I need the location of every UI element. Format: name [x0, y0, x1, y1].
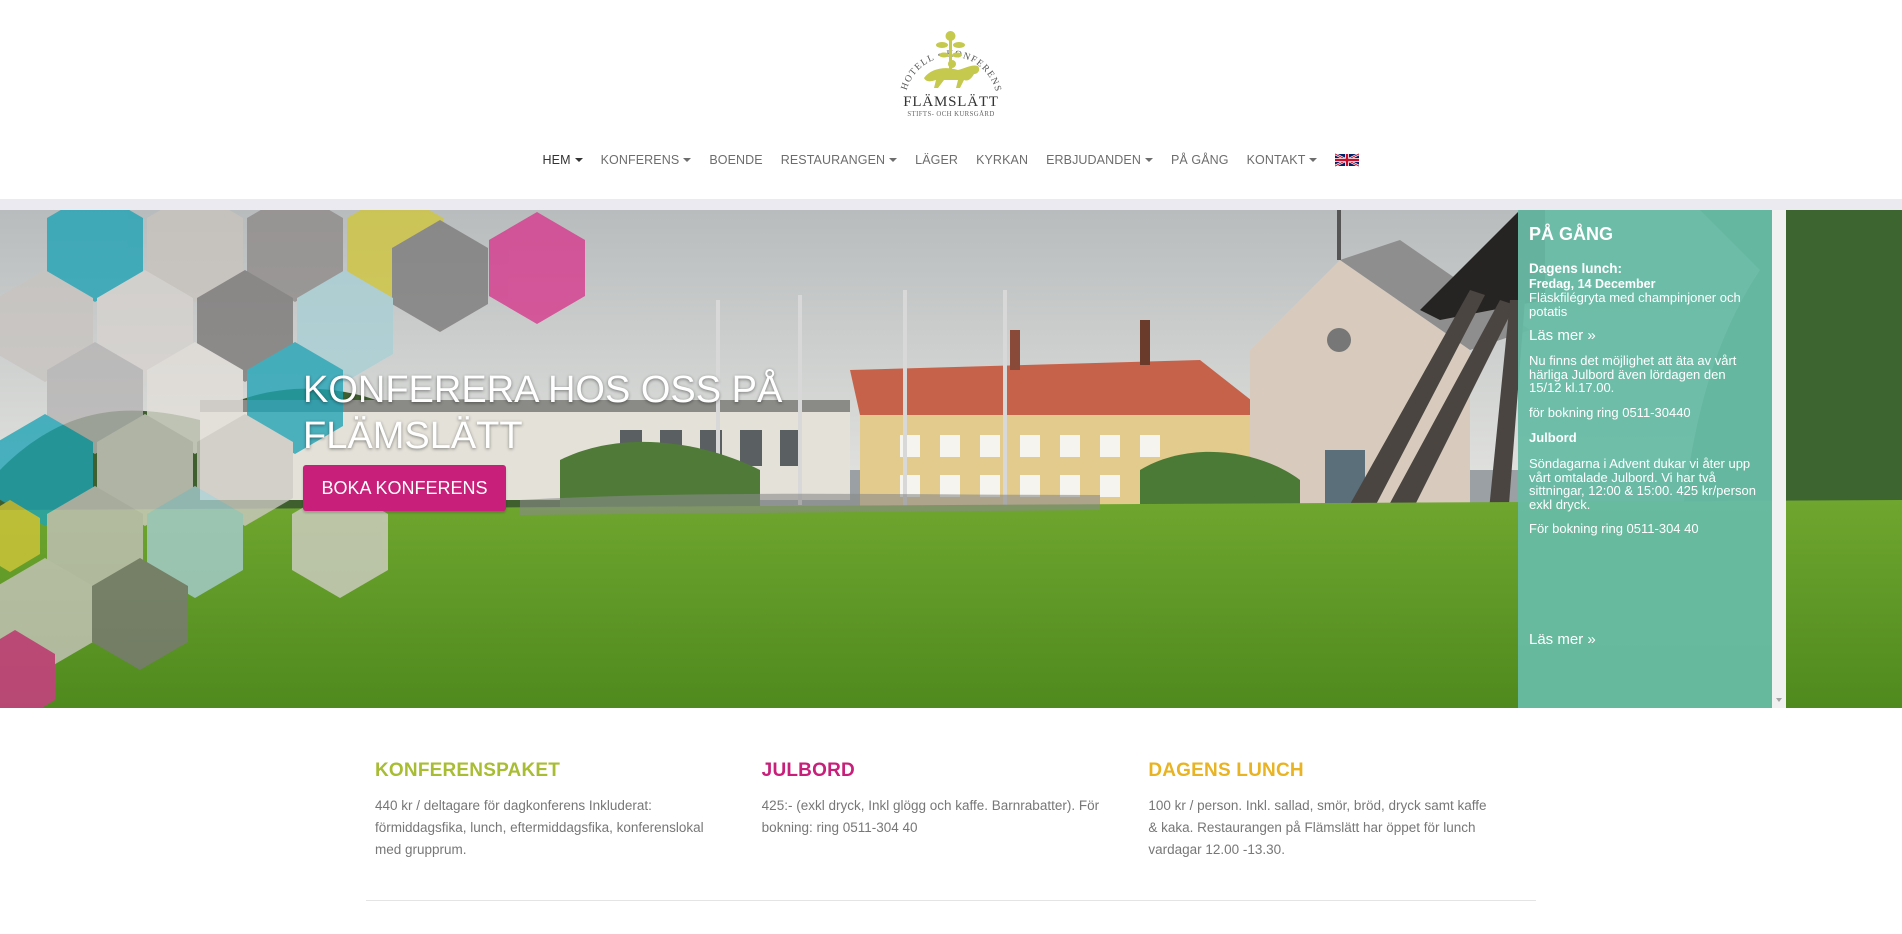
offer-card-text: 100 kr / person. Inkl. sallad, smör, brö…: [1148, 798, 1487, 857]
site-logo[interactable]: HOTELL • KONFERENS • RESTAURANG FLÄMSLÄT…: [882, 1, 1016, 132]
language-switch-english[interactable]: [1326, 153, 1368, 167]
offer-card-julbord: JULBORD 425:- (exkl dryck, Inkl glögg och…: [762, 760, 1149, 870]
logo-emblem-icon: HOTELL • KONFERENS • RESTAURANG FLÄMSLÄT…: [882, 1, 1003, 118]
book-conference-button[interactable]: BOKA KONFERENS: [303, 465, 506, 511]
read-more-link-bottom[interactable]: Läs mer »: [1529, 631, 1596, 648]
caret-down-icon: [889, 158, 898, 162]
logo-subtitle: STIFTS- OCH KURSGÅRD: [907, 110, 994, 118]
events-panel-scrollbar[interactable]: [1772, 210, 1786, 708]
lunch-dish: Fläskfilégryta med champinjoner och pota…: [1529, 290, 1741, 319]
caret-down-icon: [683, 158, 692, 162]
offer-card-konferenspaket: KONFERENSPAKET 440 kr / deltagare för dag…: [375, 760, 762, 870]
logo-name: FLÄMSLÄTT: [903, 93, 999, 110]
hero-title: KONFERERA HOS OSS PÅ FLÄMSLÄTT: [303, 369, 783, 457]
nav-item-boende[interactable]: BOENDE: [700, 153, 771, 167]
site-header: HOTELL • KONFERENS • RESTAURANG FLÄMSLÄT…: [0, 0, 1902, 199]
julbord-heading: Julbord: [1529, 430, 1577, 445]
content-divider: [366, 900, 1536, 901]
nav-item-läger[interactable]: LÄGER: [906, 153, 967, 167]
nav-item-label: BOENDE: [709, 153, 763, 167]
nav-item-kontakt[interactable]: KONTAKT: [1238, 153, 1327, 167]
read-more-link[interactable]: Läs mer »: [1529, 327, 1760, 344]
offer-card-text: 440 kr / deltagare för dagkonferens Inkl…: [375, 798, 704, 857]
caret-down-icon: [1309, 158, 1318, 162]
nav-item-label: RESTAURANGEN: [780, 153, 886, 167]
offer-cards: KONFERENSPAKET 440 kr / deltagare för dag…: [375, 760, 1535, 870]
main-nav: HEM KONFERENS BOENDE RESTAURANGEN LÄGER KYRKA…: [0, 148, 1902, 172]
scroll-down-arrow-icon[interactable]: [1776, 698, 1782, 702]
offer-card-title[interactable]: JULBORD: [762, 760, 1149, 782]
nav-item-label: KONTAKT: [1246, 153, 1306, 167]
nav-item-restaurangen[interactable]: RESTAURANGEN: [772, 153, 906, 167]
nav-item-label: KYRKAN: [976, 153, 1029, 167]
uk-flag-icon: [1335, 153, 1360, 167]
offer-card-text: 425:- (exkl dryck, Inkl glögg och kaffe.…: [761, 798, 1100, 835]
julbord-advent-text: Söndagarna i Advent dukar vi åter upp vå…: [1529, 456, 1756, 512]
nav-item-hem[interactable]: HEM: [534, 153, 592, 167]
lunch-heading: Dagens lunch:: [1529, 261, 1623, 276]
nav-item-label: ERBJUDANDEN: [1046, 153, 1141, 167]
nav-item-label: LÄGER: [915, 153, 959, 167]
caret-down-icon: [574, 158, 583, 162]
offer-card-title[interactable]: DAGENS LUNCH: [1148, 760, 1535, 782]
nav-item-label: PÅ GÅNG: [1170, 153, 1229, 167]
svg-text:HOTELL • KONFERENS • RESTAURAN: HOTELL • KONFERENS • RESTAURANG: [886, 8, 1003, 94]
nav-item-erbjudanden[interactable]: ERBJUDANDEN: [1037, 153, 1162, 167]
nav-item-kyrkan[interactable]: KYRKAN: [967, 153, 1037, 167]
events-panel-title: PÅ GÅNG: [1529, 224, 1614, 244]
scrollbar-thumb[interactable]: [1775, 218, 1783, 694]
header-divider: [0, 199, 1902, 210]
offer-card-title[interactable]: KONFERENSPAKET: [375, 760, 762, 782]
logo-arc-text: HOTELL • KONFERENS • RESTAURANG: [882, 1, 1002, 94]
booking-phone-text: för bokning ring 0511-30440: [1529, 404, 1691, 420]
offer-card-dagens-lunch: DAGENS LUNCH 100 kr / person. Inkl. salla…: [1148, 760, 1535, 870]
julbord-booking-text: För bokning ring 0511-304 40: [1529, 521, 1699, 536]
julbord-saturday-text: Nu finns det möjlighet att äta av vårt h…: [1529, 353, 1737, 395]
caret-down-icon: [1144, 158, 1153, 162]
nav-item-på-gång[interactable]: PÅ GÅNG: [1162, 153, 1238, 167]
events-panel: PÅ GÅNG Dagens lunch: Fredag, 14 Decembe…: [1518, 210, 1772, 708]
nav-item-label: KONFERENS: [600, 153, 680, 167]
nav-item-konferens[interactable]: KONFERENS: [592, 153, 701, 167]
nav-item-label: HEM: [542, 153, 571, 167]
